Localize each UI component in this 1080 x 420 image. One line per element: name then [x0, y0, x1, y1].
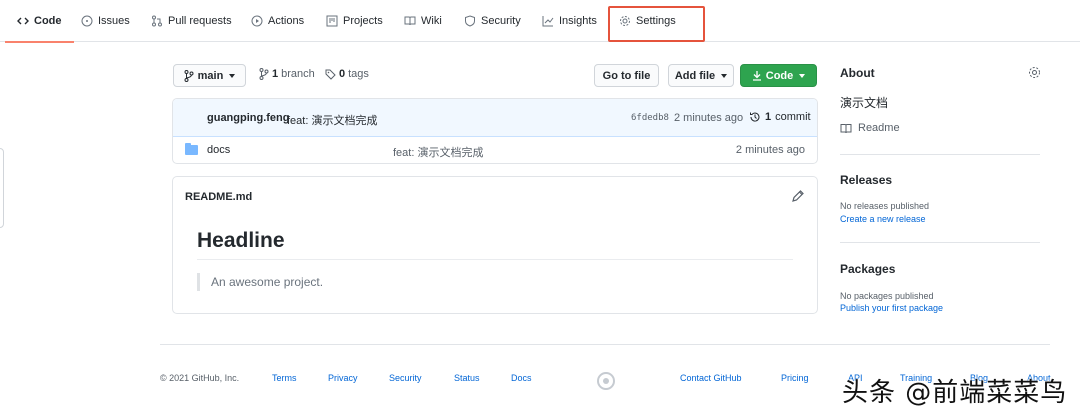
branch-select-button[interactable]: main — [173, 64, 246, 87]
footer-link-pricing[interactable]: Pricing — [781, 373, 809, 383]
tab-security-label: Security — [481, 15, 521, 27]
tab-wiki-label: Wiki — [421, 15, 442, 27]
latest-commit-row: guangping.feng feat: 演示文档完成 6fdedb8 2 mi… — [173, 99, 817, 137]
repo-tab-nav: Code Issues Pull requests Actions Projec… — [0, 0, 1080, 43]
file-name[interactable]: docs — [207, 144, 230, 156]
tab-code-label: Code — [34, 15, 62, 27]
tab-pull-requests[interactable]: Pull requests — [151, 0, 232, 42]
graph-icon — [542, 16, 554, 27]
footer-link-contact[interactable]: Contact GitHub — [680, 373, 742, 383]
tab-insights-label: Insights — [559, 15, 597, 27]
branch-icon — [259, 68, 269, 80]
tab-actions[interactable]: Actions — [251, 0, 304, 42]
commit-author[interactable]: guangping.feng — [207, 112, 289, 124]
commit-message[interactable]: feat: 演示文档完成 — [287, 112, 377, 128]
tags-label: tags — [348, 68, 369, 80]
publish-package-link[interactable]: Publish your first package — [840, 303, 943, 313]
branch-name: main — [197, 69, 224, 82]
tab-wiki[interactable]: Wiki — [404, 0, 442, 42]
play-icon — [251, 15, 263, 27]
tag-icon — [325, 69, 336, 80]
branches-count: 1 — [272, 68, 279, 80]
project-icon — [326, 15, 338, 27]
commit-time: 2 minutes ago — [674, 112, 744, 124]
gear-icon[interactable] — [1028, 66, 1041, 79]
commits-link[interactable]: 1 commit — [749, 111, 811, 123]
download-icon — [752, 71, 761, 81]
tab-pull-requests-label: Pull requests — [168, 15, 232, 27]
go-to-file-button[interactable]: Go to file — [594, 64, 659, 87]
file-commit-message[interactable]: feat: 演示文档完成 — [393, 144, 483, 160]
create-release-link[interactable]: Create a new release — [840, 214, 926, 224]
no-packages-text: No packages published — [840, 291, 934, 301]
code-button-label: Code — [765, 69, 794, 82]
file-row[interactable]: docs feat: 演示文档完成 2 minutes ago — [173, 137, 817, 163]
footer-link-terms[interactable]: Terms — [272, 373, 297, 383]
left-edge-tab[interactable] — [0, 148, 4, 228]
tab-insights[interactable]: Insights — [542, 0, 597, 42]
tab-issues[interactable]: Issues — [81, 0, 130, 42]
commits-count: 1 — [765, 111, 772, 123]
readme-filename: README.md — [185, 191, 253, 203]
sidebar-divider — [840, 154, 1040, 155]
watermark-text: 头条 @前端菜菜鸟 — [842, 378, 1068, 408]
branches-label: branch — [281, 68, 315, 80]
tab-actions-label: Actions — [268, 15, 305, 27]
packages-heading[interactable]: Packages — [840, 262, 895, 276]
code-icon — [17, 17, 29, 25]
readme-link[interactable]: Readme — [840, 122, 900, 134]
chevron-down-icon — [799, 73, 806, 78]
tab-security[interactable]: Security — [464, 0, 521, 42]
commits-label: commit — [775, 111, 811, 123]
settings-highlight-box — [608, 6, 705, 42]
folder-icon — [185, 143, 198, 155]
file-commit-time: 2 minutes ago — [735, 144, 805, 156]
book-icon — [840, 123, 852, 133]
tab-code[interactable]: Code — [5, 0, 73, 43]
go-to-file-label: Go to file — [602, 69, 651, 82]
book-icon — [404, 16, 416, 26]
repo-description: 演示文档 — [840, 96, 889, 110]
readme-panel: README.md Headline An awesome project. — [172, 176, 818, 314]
history-icon — [750, 112, 760, 122]
footer-copyright: © 2021 GitHub, Inc. — [160, 373, 240, 383]
commit-sha[interactable]: 6fdedb8 — [631, 113, 669, 123]
pencil-icon[interactable] — [791, 189, 805, 203]
chevron-down-icon — [229, 73, 236, 78]
tab-projects[interactable]: Projects — [326, 0, 383, 42]
about-heading: About — [840, 66, 875, 80]
footer-link-status[interactable]: Status — [454, 373, 480, 383]
add-file-label: Add file — [674, 69, 716, 82]
pull-request-icon — [152, 15, 162, 27]
footer-link-privacy[interactable]: Privacy — [328, 373, 358, 383]
footer-link-docs[interactable]: Docs — [511, 373, 532, 383]
tab-projects-label: Projects — [343, 15, 383, 27]
tab-issues-label: Issues — [98, 15, 130, 27]
branches-link[interactable]: 1 branch — [259, 68, 315, 80]
sidebar-divider — [840, 242, 1040, 243]
no-releases-text: No releases published — [840, 201, 930, 211]
branch-icon — [184, 69, 194, 82]
readme-link-label: Readme — [858, 122, 900, 134]
releases-heading[interactable]: Releases — [840, 173, 892, 187]
footer-link-security[interactable]: Security — [389, 373, 422, 383]
chevron-down-icon — [721, 73, 728, 78]
readme-heading: Headline — [197, 229, 793, 260]
github-logo-icon[interactable] — [597, 372, 615, 390]
issue-icon — [81, 15, 93, 27]
file-browser: guangping.feng feat: 演示文档完成 6fdedb8 2 mi… — [172, 98, 818, 164]
add-file-button[interactable]: Add file — [668, 64, 734, 87]
tags-count: 0 — [339, 68, 346, 80]
tags-link[interactable]: 0 tags — [325, 68, 369, 80]
footer-divider — [160, 344, 1050, 345]
readme-blockquote: An awesome project. — [197, 273, 323, 291]
code-button[interactable]: Code — [740, 64, 817, 87]
shield-icon — [465, 15, 475, 27]
